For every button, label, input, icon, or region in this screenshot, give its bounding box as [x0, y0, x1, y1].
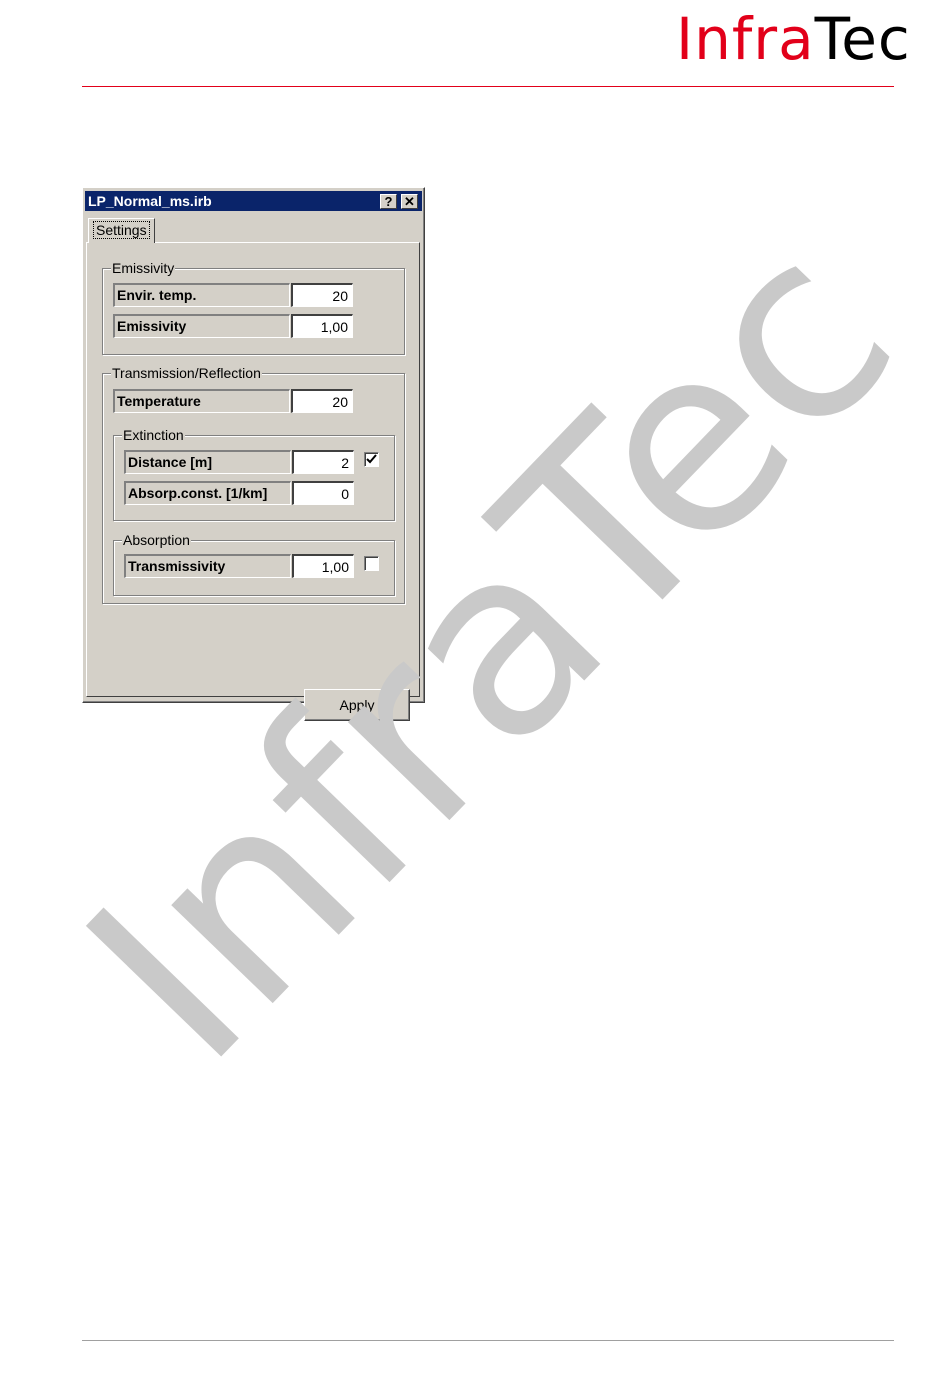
transmission-group-legend: Transmission/Reflection: [111, 365, 262, 381]
checkmark-icon: [366, 454, 377, 464]
logo-text-infra: Infra: [676, 5, 815, 73]
transmissivity-checkbox[interactable]: [364, 556, 379, 571]
close-button[interactable]: ✕: [401, 194, 418, 209]
emissivity-group-legend: Emissivity: [111, 260, 176, 276]
absorption-group: Absorption Transmissivity: [113, 532, 395, 596]
temperature-label: Temperature: [113, 389, 290, 413]
emissivity-input[interactable]: [291, 314, 353, 338]
absorp-const-input[interactable]: [292, 481, 354, 505]
transmissivity-input[interactable]: [292, 554, 354, 578]
envir-temp-label: Envir. temp.: [113, 283, 290, 307]
envir-temp-input[interactable]: [291, 283, 353, 307]
extinction-group-legend: Extinction: [122, 427, 185, 443]
dialog-titlebar[interactable]: LP_Normal_ms.irb ? ✕: [85, 191, 422, 211]
settings-dialog: LP_Normal_ms.irb ? ✕ Settings Emissivity…: [82, 187, 425, 721]
distance-input[interactable]: [292, 450, 354, 474]
tab-settings[interactable]: Settings: [88, 218, 155, 243]
absorption-group-legend: Absorption: [122, 532, 191, 548]
dialog-title: LP_Normal_ms.irb: [88, 193, 212, 209]
infratec-logo: InfraTec: [676, 8, 911, 70]
absorp-const-label: Absorp.const. [1/km]: [124, 481, 291, 505]
extinction-group: Extinction Distance [m] Absorp.const. [1…: [113, 427, 395, 521]
emissivity-label: Emissivity: [113, 314, 290, 338]
settings-tab-panel: Emissivity Envir. temp. Emissivity Trans…: [86, 242, 420, 721]
emissivity-group: Emissivity Envir. temp. Emissivity: [102, 260, 405, 355]
logo-text-tec: Tec: [814, 5, 911, 73]
transmission-reflection-group: Transmission/Reflection Temperature Exti…: [102, 365, 405, 604]
header-divider: [82, 86, 894, 87]
temperature-input[interactable]: [291, 389, 353, 413]
tab-settings-label: Settings: [93, 221, 150, 239]
transmissivity-label: Transmissivity: [124, 554, 291, 578]
help-button[interactable]: ?: [380, 194, 397, 209]
apply-button[interactable]: Apply: [304, 689, 410, 721]
footer-divider: [82, 1340, 894, 1341]
distance-label: Distance [m]: [124, 450, 291, 474]
distance-checkbox[interactable]: [364, 452, 379, 467]
